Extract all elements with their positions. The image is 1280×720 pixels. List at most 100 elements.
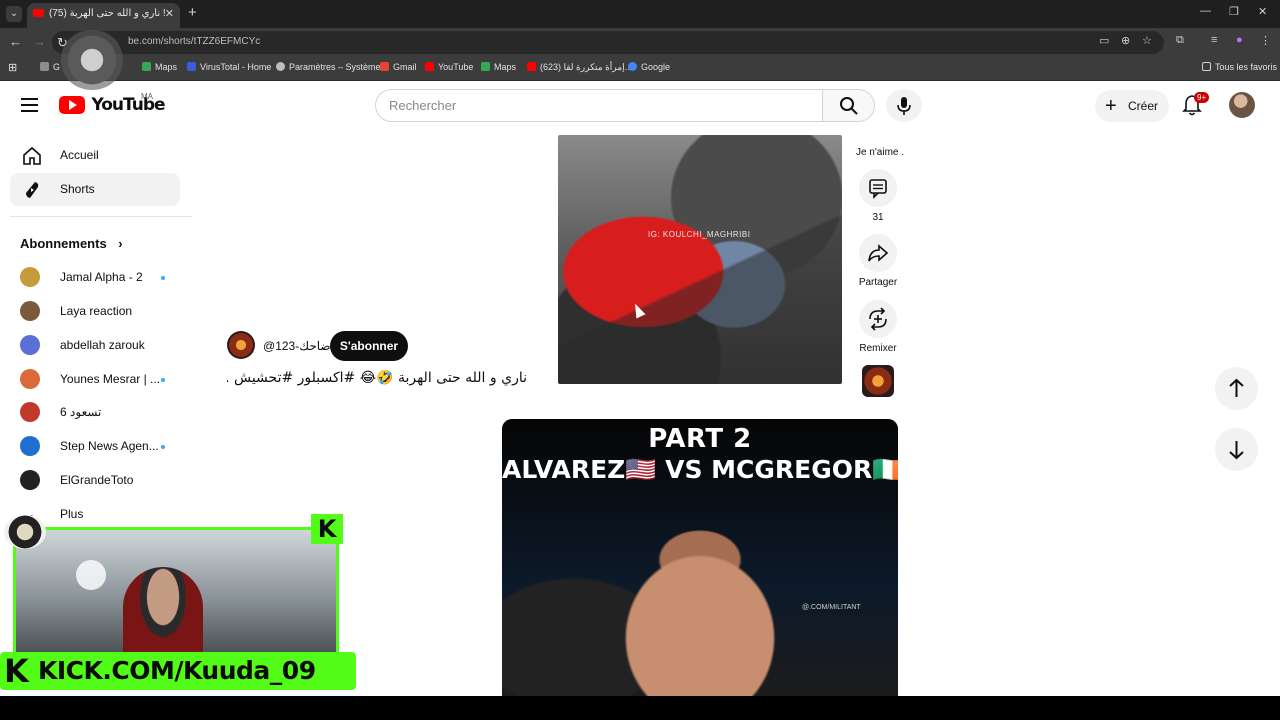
youtube-header: YouTube MA Rechercher + Créer 9+ [0, 82, 1280, 130]
youtube-favicon-icon [527, 62, 536, 71]
sidebar-item-label: Shorts [60, 182, 95, 196]
subscription-item[interactable]: abdellah zarouk [20, 334, 185, 358]
sound-source-thumbnail[interactable] [862, 365, 894, 397]
profile-icon[interactable]: ● [1236, 34, 1243, 46]
youtube-favicon-icon [425, 62, 434, 71]
bookmark-item[interactable]: G [40, 62, 60, 72]
remix-button[interactable]: Remixer [858, 300, 898, 354]
bookmark-item[interactable]: YouTube [425, 62, 473, 72]
bookmark-item[interactable]: Google [628, 62, 670, 72]
youtube-play-icon [59, 96, 85, 114]
bookmark-item[interactable]: Paramètres – Système [276, 62, 381, 72]
next-short-button[interactable] [1215, 428, 1258, 471]
channel-avatar[interactable] [227, 331, 255, 359]
notification-count-badge: 9+ [1194, 92, 1210, 103]
country-code: MA [141, 92, 153, 101]
webcam-overlay [13, 527, 339, 657]
kick-k-logo: K [4, 652, 29, 690]
restore-icon[interactable]: ❐ [1229, 5, 1239, 18]
account-avatar[interactable] [1229, 92, 1255, 118]
extensions-icon[interactable]: ⧉ [1176, 34, 1184, 47]
screen: ⌄ (75) ناري و الله حتى الهربة ! ✕ + — ❐ … [0, 0, 1280, 720]
share-label: Partager [858, 277, 898, 288]
kick-banner: K KICK.COM/Kuuda_09 [0, 652, 356, 690]
channel-name[interactable]: @ضاحك-123 [263, 339, 331, 353]
video-caption-line1: PART 2 [648, 424, 752, 454]
bottom-letterbox [0, 696, 1280, 720]
bookmark-item[interactable]: (623) إمرأة متكررة لقا... [527, 62, 632, 73]
microphone-icon [897, 97, 911, 115]
google-favicon-icon [628, 62, 637, 71]
create-button[interactable]: + Créer [1095, 90, 1169, 122]
subscriptions-heading[interactable]: Abonnements › [20, 236, 123, 251]
youtube-favicon-icon [33, 9, 44, 17]
create-label: Créer [1128, 99, 1159, 113]
short-title[interactable]: ناري و الله حتى الهربة 🤣😂 #اكسبلور #تحشي… [227, 370, 527, 386]
bookmark-item[interactable]: VirusTotal - Home [187, 62, 271, 72]
subscription-item[interactable]: Jamal Alpha - 2 [20, 266, 185, 290]
subscription-item[interactable]: ElGrandeToto [20, 469, 185, 493]
video-watermark: @.COM/MILITANT [802, 604, 861, 611]
folder-icon [1202, 62, 1211, 71]
channel-avatar [20, 267, 40, 287]
show-more-button[interactable]: ⌄ Plus [20, 503, 185, 527]
next-short-video[interactable]: PART 2 ALVAREZ🇺🇸 VS MCGREGOR🇮🇪 @.COM/MIL… [502, 419, 898, 700]
apps-grid-icon[interactable]: ⊞ [8, 61, 17, 74]
arrow-up-icon [1229, 378, 1244, 397]
subscription-item[interactable]: Laya reaction [20, 300, 185, 324]
short-video-player[interactable]: IG: KOULCHI_MAGHRIBI [558, 135, 842, 384]
browser-tab-active[interactable]: (75) ناري و الله حتى الهربة ! ✕ [27, 3, 180, 28]
new-content-dot [161, 378, 165, 382]
light-icon [76, 560, 106, 590]
menu-kebab-icon[interactable]: ⋮ [1260, 34, 1271, 47]
logo-wordmark: YouTube [91, 95, 165, 115]
gear-icon [276, 62, 285, 71]
new-tab-icon[interactable]: + [188, 4, 197, 21]
remix-label: Remixer [859, 343, 897, 354]
sidebar-item-home[interactable]: Accueil [10, 139, 180, 172]
back-icon[interactable]: ← [9, 34, 22, 49]
omnibox[interactable]: ↻ be.com/shorts/tTZZ6EFMCYc [52, 31, 1164, 54]
bookmark-star-icon[interactable]: ☆ [1142, 34, 1152, 47]
bookmark-item[interactable]: Gmail [380, 62, 417, 72]
tab-search-icon[interactable]: ⌄ [6, 6, 22, 22]
all-bookmarks-folder[interactable]: Tous les favoris [1202, 62, 1277, 72]
close-tab-icon[interactable]: ✕ [165, 3, 174, 25]
subscription-item[interactable]: Step News Agen... [20, 435, 185, 459]
subscribe-button[interactable]: S'abonner [330, 331, 408, 361]
bookmark-item[interactable]: Maps [481, 62, 516, 72]
comments-button[interactable]: 31 [858, 169, 898, 223]
bookmark-item[interactable]: Maps [142, 62, 177, 72]
virustotal-favicon-icon [187, 62, 196, 71]
remix-icon [859, 300, 897, 338]
share-button[interactable]: Partager [858, 234, 898, 288]
arrow-down-icon [1229, 441, 1244, 460]
plus-icon: + [1105, 95, 1117, 117]
search-icon [840, 97, 858, 115]
gmail-favicon-icon [380, 62, 389, 71]
comment-icon [859, 169, 897, 207]
subscription-item[interactable]: تسعود 6 [20, 401, 185, 425]
hamburger-menu-icon[interactable] [21, 98, 38, 116]
reading-list-icon[interactable]: ≡ [1211, 34, 1217, 46]
streamer-image [123, 567, 203, 654]
cast-icon[interactable]: ▭ [1099, 34, 1109, 47]
channel-avatar [20, 470, 40, 490]
tab-title: (75) ناري و الله حتى الهربة ! [49, 8, 166, 19]
sidebar-item-shorts[interactable]: Shorts [10, 173, 180, 206]
new-content-dot [161, 276, 165, 280]
previous-short-button[interactable] [1215, 367, 1258, 410]
bookmark-favicon-icon [40, 62, 49, 71]
minimize-icon[interactable]: — [1200, 5, 1211, 17]
url-text: be.com/shorts/tTZZ6EFMCYc [128, 36, 261, 47]
search-button[interactable] [822, 89, 875, 122]
voice-search-button[interactable] [886, 89, 922, 122]
close-window-icon[interactable]: ✕ [1258, 5, 1267, 18]
search-input[interactable]: Rechercher [375, 89, 823, 122]
forward-icon[interactable]: → [33, 34, 46, 49]
zoom-icon[interactable]: ⊕ [1121, 34, 1130, 47]
subscription-item[interactable]: Younes Mesrar | ... [20, 368, 185, 392]
kick-url-text: KICK.COM/Kuuda_09 [38, 656, 316, 685]
channel-avatar [20, 301, 40, 321]
stream-badge-icon [4, 515, 46, 549]
